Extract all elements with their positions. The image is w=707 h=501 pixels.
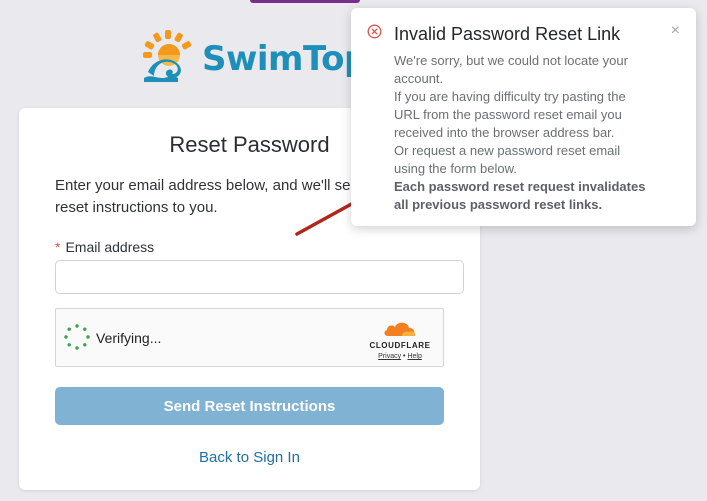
toast-title: Invalid Password Reset Link [394,24,621,44]
captcha-status: Verifying... [96,330,162,346]
cloudflare-wordmark: CLOUDFLARE [369,341,431,350]
link-separator: • [403,353,406,360]
toast-line: If you are having difficulty try pasting… [394,89,626,140]
help-link[interactable]: Help [407,353,421,360]
error-toast: Invalid Password Reset Link × We're sorr… [351,8,696,226]
send-reset-instructions-button[interactable]: Send Reset Instructions [55,387,444,425]
instructions-text: Enter your email address below, and we'l… [55,177,368,216]
email-label-text: Email address [65,239,155,255]
sun-wave-logo-icon [143,30,192,82]
cloudflare-branding: CLOUDFLARE Privacy • Help [365,319,435,360]
email-label: * Email address [55,239,154,255]
cloudflare-cloud-icon [384,322,416,336]
email-field[interactable] [55,260,464,294]
toast-warning: Each password reset request invalidates … [394,179,646,212]
toast-message: We're sorry, but we could not locate you… [394,52,654,214]
toast-line: Or request a new password reset email us… [394,143,621,176]
required-marker: * [55,239,61,255]
back-to-sign-in-link[interactable]: Back to Sign In [19,449,480,466]
error-circle-icon [367,24,382,39]
top-accent-strip [250,0,360,3]
close-icon[interactable]: × [671,22,680,40]
cloudflare-links: Privacy • Help [365,353,435,360]
cloudflare-captcha-widget[interactable]: Verifying... CLOUDFLARE Privacy • Help [55,308,444,367]
loading-spinner-icon [64,324,90,350]
privacy-link[interactable]: Privacy [378,353,401,360]
toast-line: We're sorry, but we could not locate you… [394,53,628,86]
